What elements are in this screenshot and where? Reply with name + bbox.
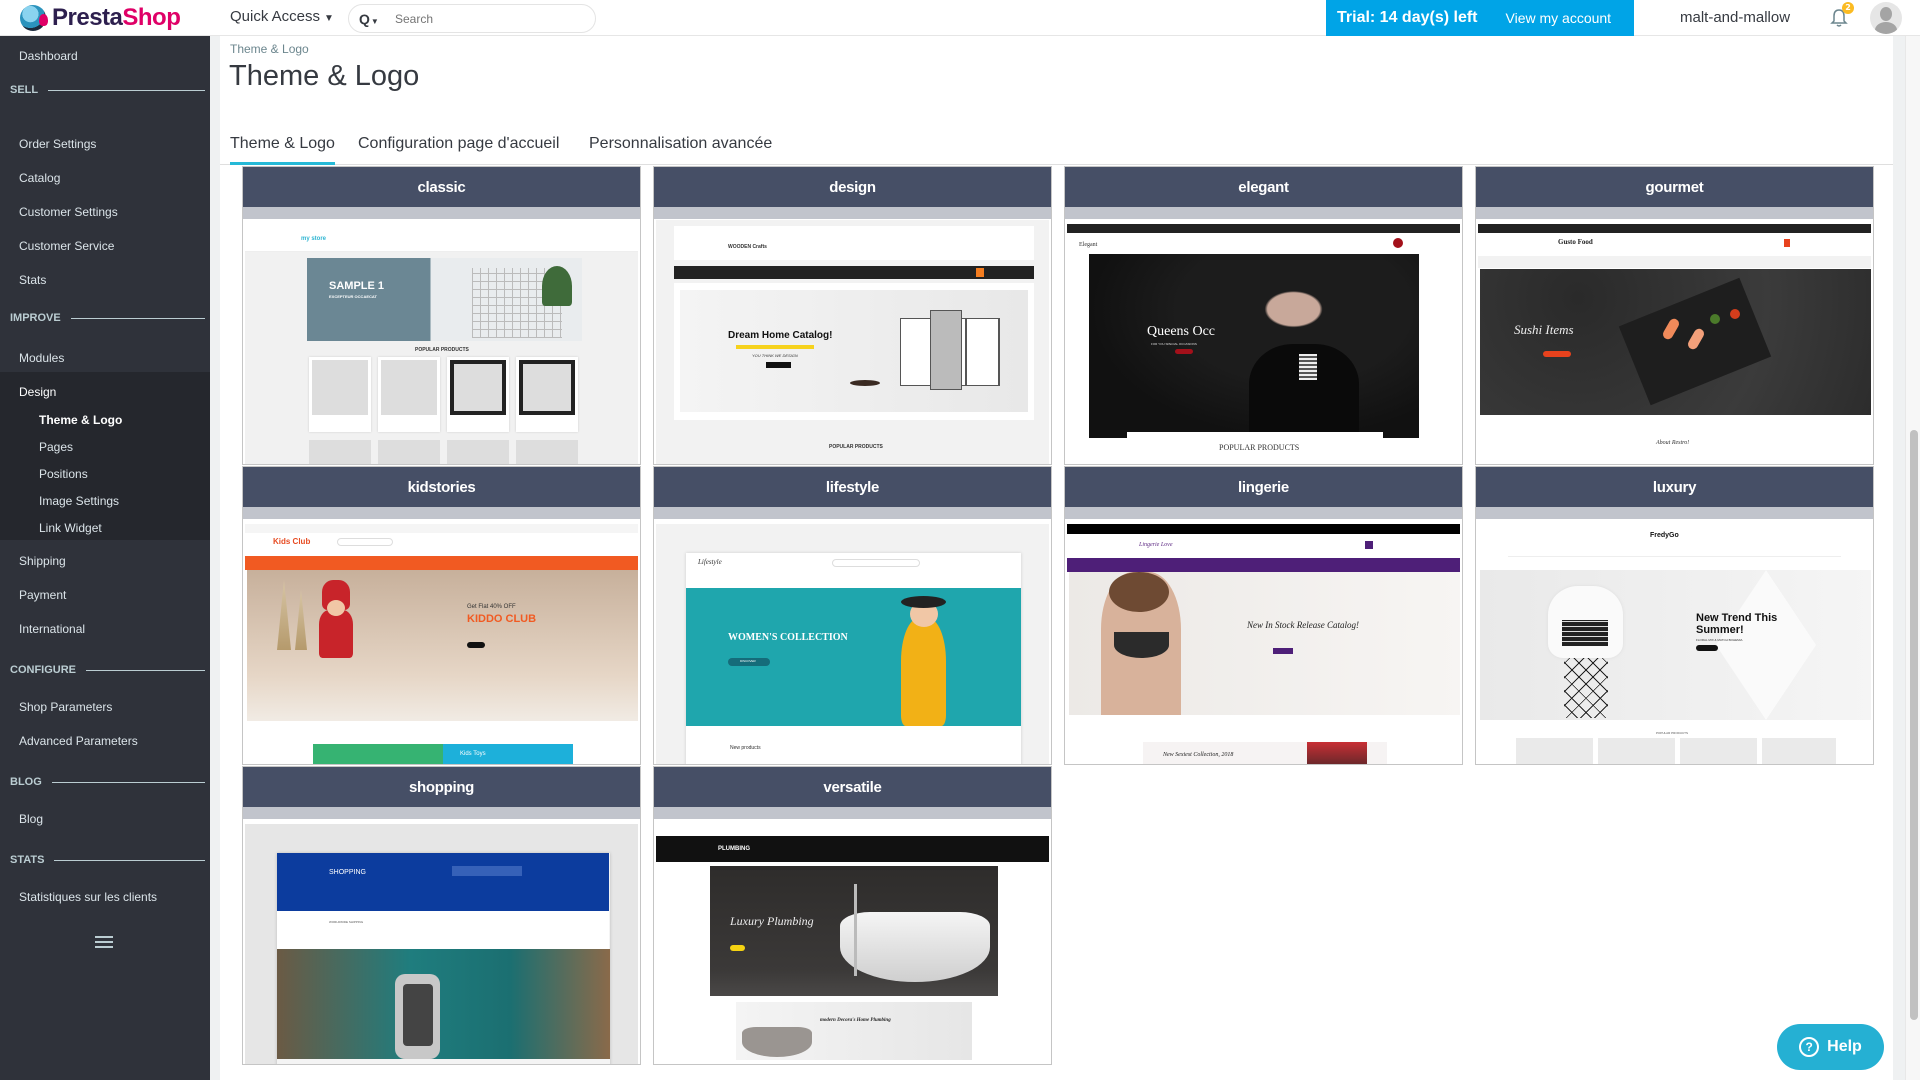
sidebar-section-improve: IMPROVE (10, 312, 205, 324)
sidebar-section-sell: SELL (10, 84, 205, 96)
page-scrollbar[interactable] (1905, 0, 1920, 1080)
brand-name-part1: Presta (52, 4, 123, 31)
divider (48, 89, 205, 91)
theme-name: gourmet (1476, 167, 1873, 207)
sidebar-item-dashboard[interactable]: Dashboard (19, 49, 78, 63)
quick-access-dropdown[interactable]: Quick Access ▼ (230, 8, 334, 25)
theme-card-classic[interactable]: classic my store SAMPLE 1 EXCEPTEUR OCCA… (242, 166, 641, 465)
notification-count-badge: 2 (1842, 2, 1854, 14)
sidebar-item-advanced-parameters[interactable]: Advanced Parameters (19, 734, 138, 748)
scrollbar-thumb[interactable] (1910, 430, 1918, 1020)
theme-preview-image: Elegant Queens Occ FOR YOU SPECIAL OCCAS… (1067, 220, 1460, 464)
theme-name: classic (243, 167, 640, 207)
caret-down-icon: ▼ (370, 16, 379, 26)
puffin-logo-icon (20, 5, 48, 31)
theme-card-gourmet[interactable]: gourmet Gusto Food Sushi Items About Res… (1475, 166, 1874, 465)
sidebar-item-payment[interactable]: Payment (19, 588, 66, 602)
sidebar-section-stats: STATS (10, 854, 205, 866)
theme-card-lifestyle[interactable]: lifestyle Lifestyle WOMEN'S COLLECTION D… (653, 466, 1052, 765)
theme-preview-image: Lifestyle WOMEN'S COLLECTION DISCOVER Ne… (656, 520, 1049, 764)
sidebar-nav: Dashboard SELL Order Settings Catalog Cu… (0, 36, 210, 1080)
theme-card-shopping[interactable]: shopping SHOPPING WORLDWIDE SHIPPING Nou… (242, 766, 641, 1065)
sidebar-subitem-theme-logo[interactable]: Theme & Logo (39, 413, 122, 427)
sidebar-item-design[interactable]: Design (19, 385, 56, 399)
search-icon: Q (359, 10, 370, 27)
theme-card-elegant[interactable]: elegant Elegant Queens Occ FOR YOU SPECI… (1064, 166, 1463, 465)
sidebar-subitem-positions[interactable]: Positions (39, 467, 88, 481)
theme-preview-image: Lingerie Love New In Stock Release Catal… (1067, 520, 1460, 764)
sidebar-item-modules[interactable]: Modules (19, 351, 64, 365)
trial-banner: Trial: 14 day(s) left View my account (1326, 0, 1634, 36)
notifications-button[interactable]: 2 (1830, 2, 1854, 28)
shop-name-link[interactable]: malt-and-mallow (1680, 9, 1790, 26)
tab-homepage-configuration[interactable]: Configuration page d'accueil (358, 135, 559, 162)
sidebar-item-shipping[interactable]: Shipping (19, 554, 66, 568)
theme-name: luxury (1476, 467, 1873, 507)
breadcrumb[interactable]: Theme & Logo (230, 42, 309, 56)
search-bar: Q▼ (348, 4, 596, 33)
tab-theme-logo[interactable]: Theme & Logo (230, 135, 335, 165)
help-button[interactable]: ? Help (1777, 1024, 1884, 1070)
question-mark-icon: ? (1799, 1037, 1820, 1057)
collapse-menu-icon[interactable] (95, 936, 113, 950)
theme-preview-image: Kids Club Get Flat 40% OFF KIDDO CLUB Ki… (245, 520, 638, 764)
sidebar-section-configure: CONFIGURE (10, 664, 205, 676)
theme-card-luxury[interactable]: luxury FredyGo New Trend This Summer! FL… (1475, 466, 1874, 765)
theme-preview-image: FredyGo New Trend This Summer! FLORAL MI… (1478, 520, 1871, 764)
divider (70, 317, 205, 319)
employee-avatar[interactable] (1870, 2, 1902, 34)
top-header: PrestaShop Quick Access▼ Q▼ Trial: 14 da… (0, 0, 1920, 36)
theme-name: shopping (243, 767, 640, 807)
brand-name-part2: Shop (122, 4, 181, 31)
help-label: Help (1827, 1038, 1862, 1055)
theme-name: kidstories (243, 467, 640, 507)
trial-days-left: Trial: 14 day(s) left (1337, 9, 1478, 26)
divider (86, 669, 205, 671)
sidebar-item-stats[interactable]: Stats (19, 273, 46, 287)
sidebar-subitem-image-settings[interactable]: Image Settings (39, 494, 119, 508)
sidebar-item-international[interactable]: International (19, 622, 85, 636)
sidebar-design-group: Design Theme & Logo Pages Positions Imag… (0, 372, 210, 540)
sidebar-item-customer-statistics[interactable]: Statistiques sur les clients (19, 890, 157, 904)
sidebar-item-customer-settings[interactable]: Customer Settings (19, 205, 118, 219)
theme-name: lingerie (1065, 467, 1462, 507)
theme-preview-image: SHOPPING WORLDWIDE SHIPPING Nouveautés (245, 820, 638, 1064)
theme-name: design (654, 167, 1051, 207)
sidebar-item-blog[interactable]: Blog (19, 812, 43, 826)
search-type-dropdown[interactable]: Q▼ (359, 11, 385, 27)
divider (51, 781, 205, 783)
theme-name: versatile (654, 767, 1051, 807)
search-input[interactable] (395, 11, 575, 26)
sidebar-section-blog: BLOG (10, 776, 205, 788)
content-gutter-right (1893, 36, 1905, 1080)
theme-card-kidstories[interactable]: kidstories Kids Club Get Flat 40% OFF KI… (242, 466, 641, 765)
theme-card-lingerie[interactable]: lingerie Lingerie Love New In Stock Rele… (1064, 466, 1463, 765)
theme-preview-image: PLUMBING Luxury Plumbing modern Decora's… (656, 820, 1049, 1064)
sidebar-item-order-settings[interactable]: Order Settings (19, 137, 96, 151)
theme-name: elegant (1065, 167, 1462, 207)
view-my-account-link[interactable]: View my account (1506, 10, 1612, 26)
prestashop-logo[interactable]: PrestaShop (20, 3, 181, 33)
theme-preview-image: my store SAMPLE 1 EXCEPTEUR OCCAECAT POP… (245, 220, 638, 464)
quick-access-label: Quick Access (230, 8, 321, 25)
tab-advanced-customization[interactable]: Personnalisation avancée (589, 135, 772, 162)
page-title: Theme & Logo (229, 60, 420, 92)
sidebar-item-catalog[interactable]: Catalog (19, 171, 60, 185)
theme-preview-image: Gusto Food Sushi Items About Restro! (1478, 220, 1871, 464)
theme-preview-image: WOODEN Crafts Dream Home Catalog! YOU TH… (656, 220, 1049, 464)
sidebar-subitem-link-widget[interactable]: Link Widget (39, 521, 102, 535)
theme-card-design[interactable]: design WOODEN Crafts Dream Home Catalog!… (653, 166, 1052, 465)
theme-card-versatile[interactable]: versatile PLUMBING Luxury Plumbing moder… (653, 766, 1052, 1065)
sidebar-item-shop-parameters[interactable]: Shop Parameters (19, 700, 112, 714)
sidebar-item-customer-service[interactable]: Customer Service (19, 239, 114, 253)
content-gutter-left (210, 36, 220, 1080)
divider (54, 859, 205, 861)
caret-down-icon: ▼ (324, 13, 334, 24)
theme-name: lifestyle (654, 467, 1051, 507)
sidebar-subitem-pages[interactable]: Pages (39, 440, 73, 454)
page-tabs: Theme & Logo Configuration page d'accuei… (220, 130, 1893, 165)
